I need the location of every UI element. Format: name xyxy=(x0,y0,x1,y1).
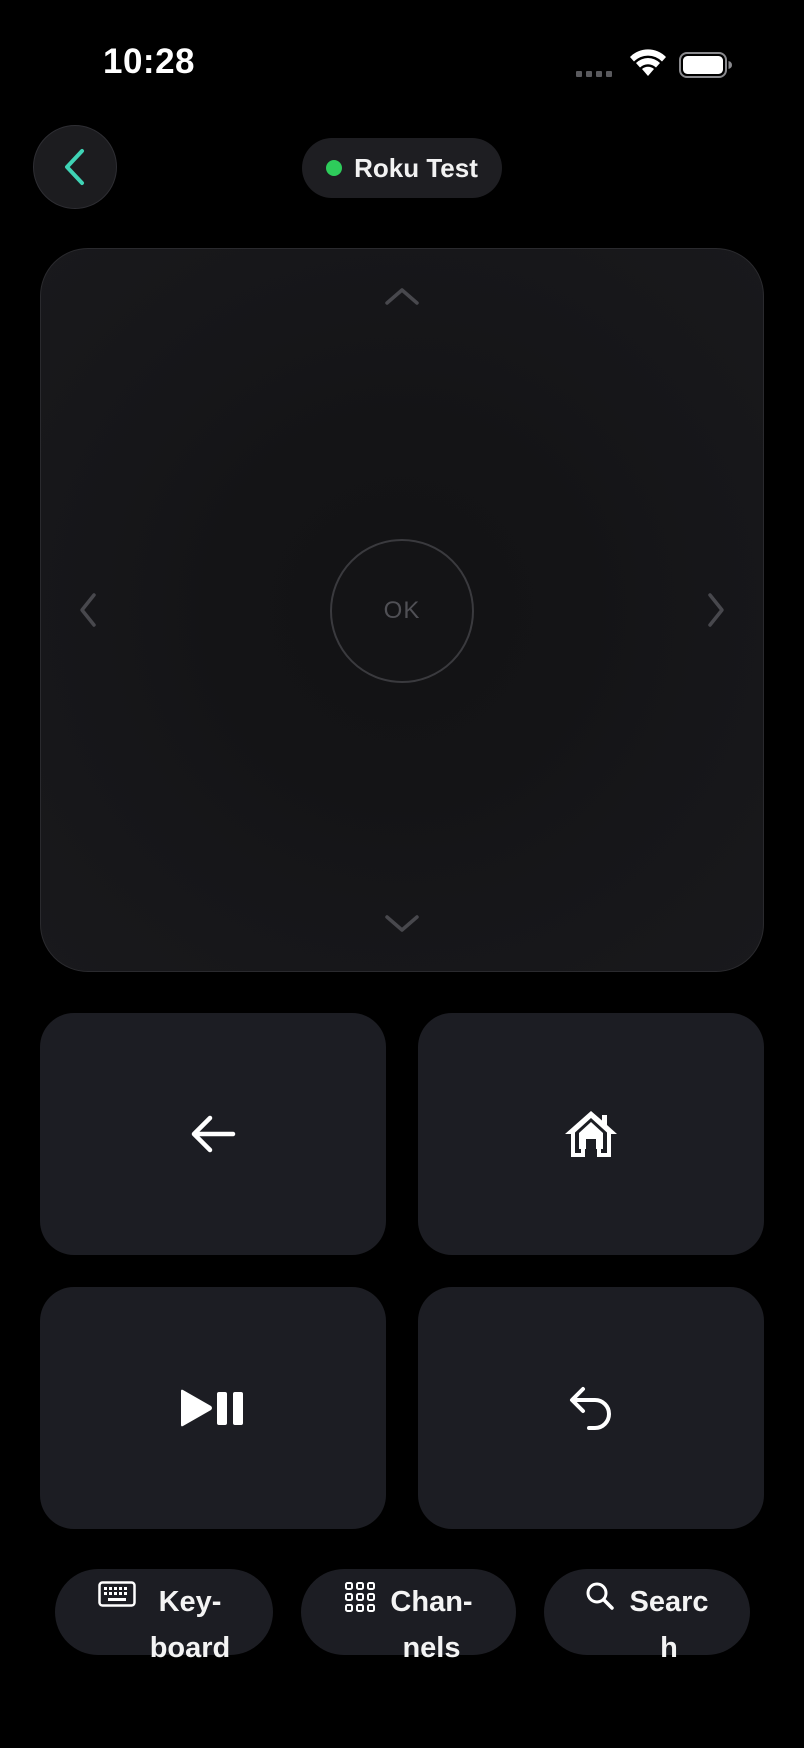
channels-label: Chan- nels xyxy=(390,1586,473,1664)
ok-button[interactable]: OK xyxy=(330,539,474,683)
battery-icon xyxy=(679,52,732,78)
device-name: Roku Test xyxy=(354,152,478,183)
dpad-down-button[interactable] xyxy=(352,898,452,950)
cellular-signal-icon xyxy=(576,71,612,77)
back-nav-button[interactable] xyxy=(40,1013,386,1255)
home-icon xyxy=(565,1111,617,1157)
keyboard-label: Key- board xyxy=(149,1586,231,1664)
search-button[interactable]: Searc h xyxy=(544,1569,750,1664)
keyboard-icon xyxy=(97,1581,136,1607)
chevron-left-icon xyxy=(80,593,96,627)
back-button[interactable] xyxy=(33,125,117,209)
ok-label: OK xyxy=(383,597,421,624)
dpad-up-button[interactable] xyxy=(352,270,452,322)
connection-status-dot xyxy=(326,160,343,176)
status-time: 10:28 xyxy=(103,42,196,81)
search-label: Searc h xyxy=(629,1586,709,1664)
device-selector[interactable]: Roku Test xyxy=(302,138,502,198)
replay-icon xyxy=(570,1387,611,1430)
home-button[interactable] xyxy=(418,1013,764,1255)
keyboard-button[interactable]: Key- board xyxy=(55,1569,273,1664)
channels-button[interactable]: Chan- nels xyxy=(301,1569,516,1664)
chevron-up-icon xyxy=(385,288,419,305)
dpad-left-button[interactable] xyxy=(62,580,114,640)
chevron-down-icon xyxy=(385,915,419,932)
wifi-icon xyxy=(630,49,666,76)
chevron-right-icon xyxy=(708,593,724,627)
chevron-left-icon xyxy=(65,149,84,185)
dpad-right-button[interactable] xyxy=(690,580,742,640)
replay-button[interactable] xyxy=(418,1287,764,1529)
play-pause-icon xyxy=(181,1389,243,1427)
play-pause-button[interactable] xyxy=(40,1287,386,1529)
arrow-left-icon xyxy=(191,1115,236,1153)
search-icon xyxy=(586,1582,615,1610)
grid-icon xyxy=(345,1582,376,1612)
